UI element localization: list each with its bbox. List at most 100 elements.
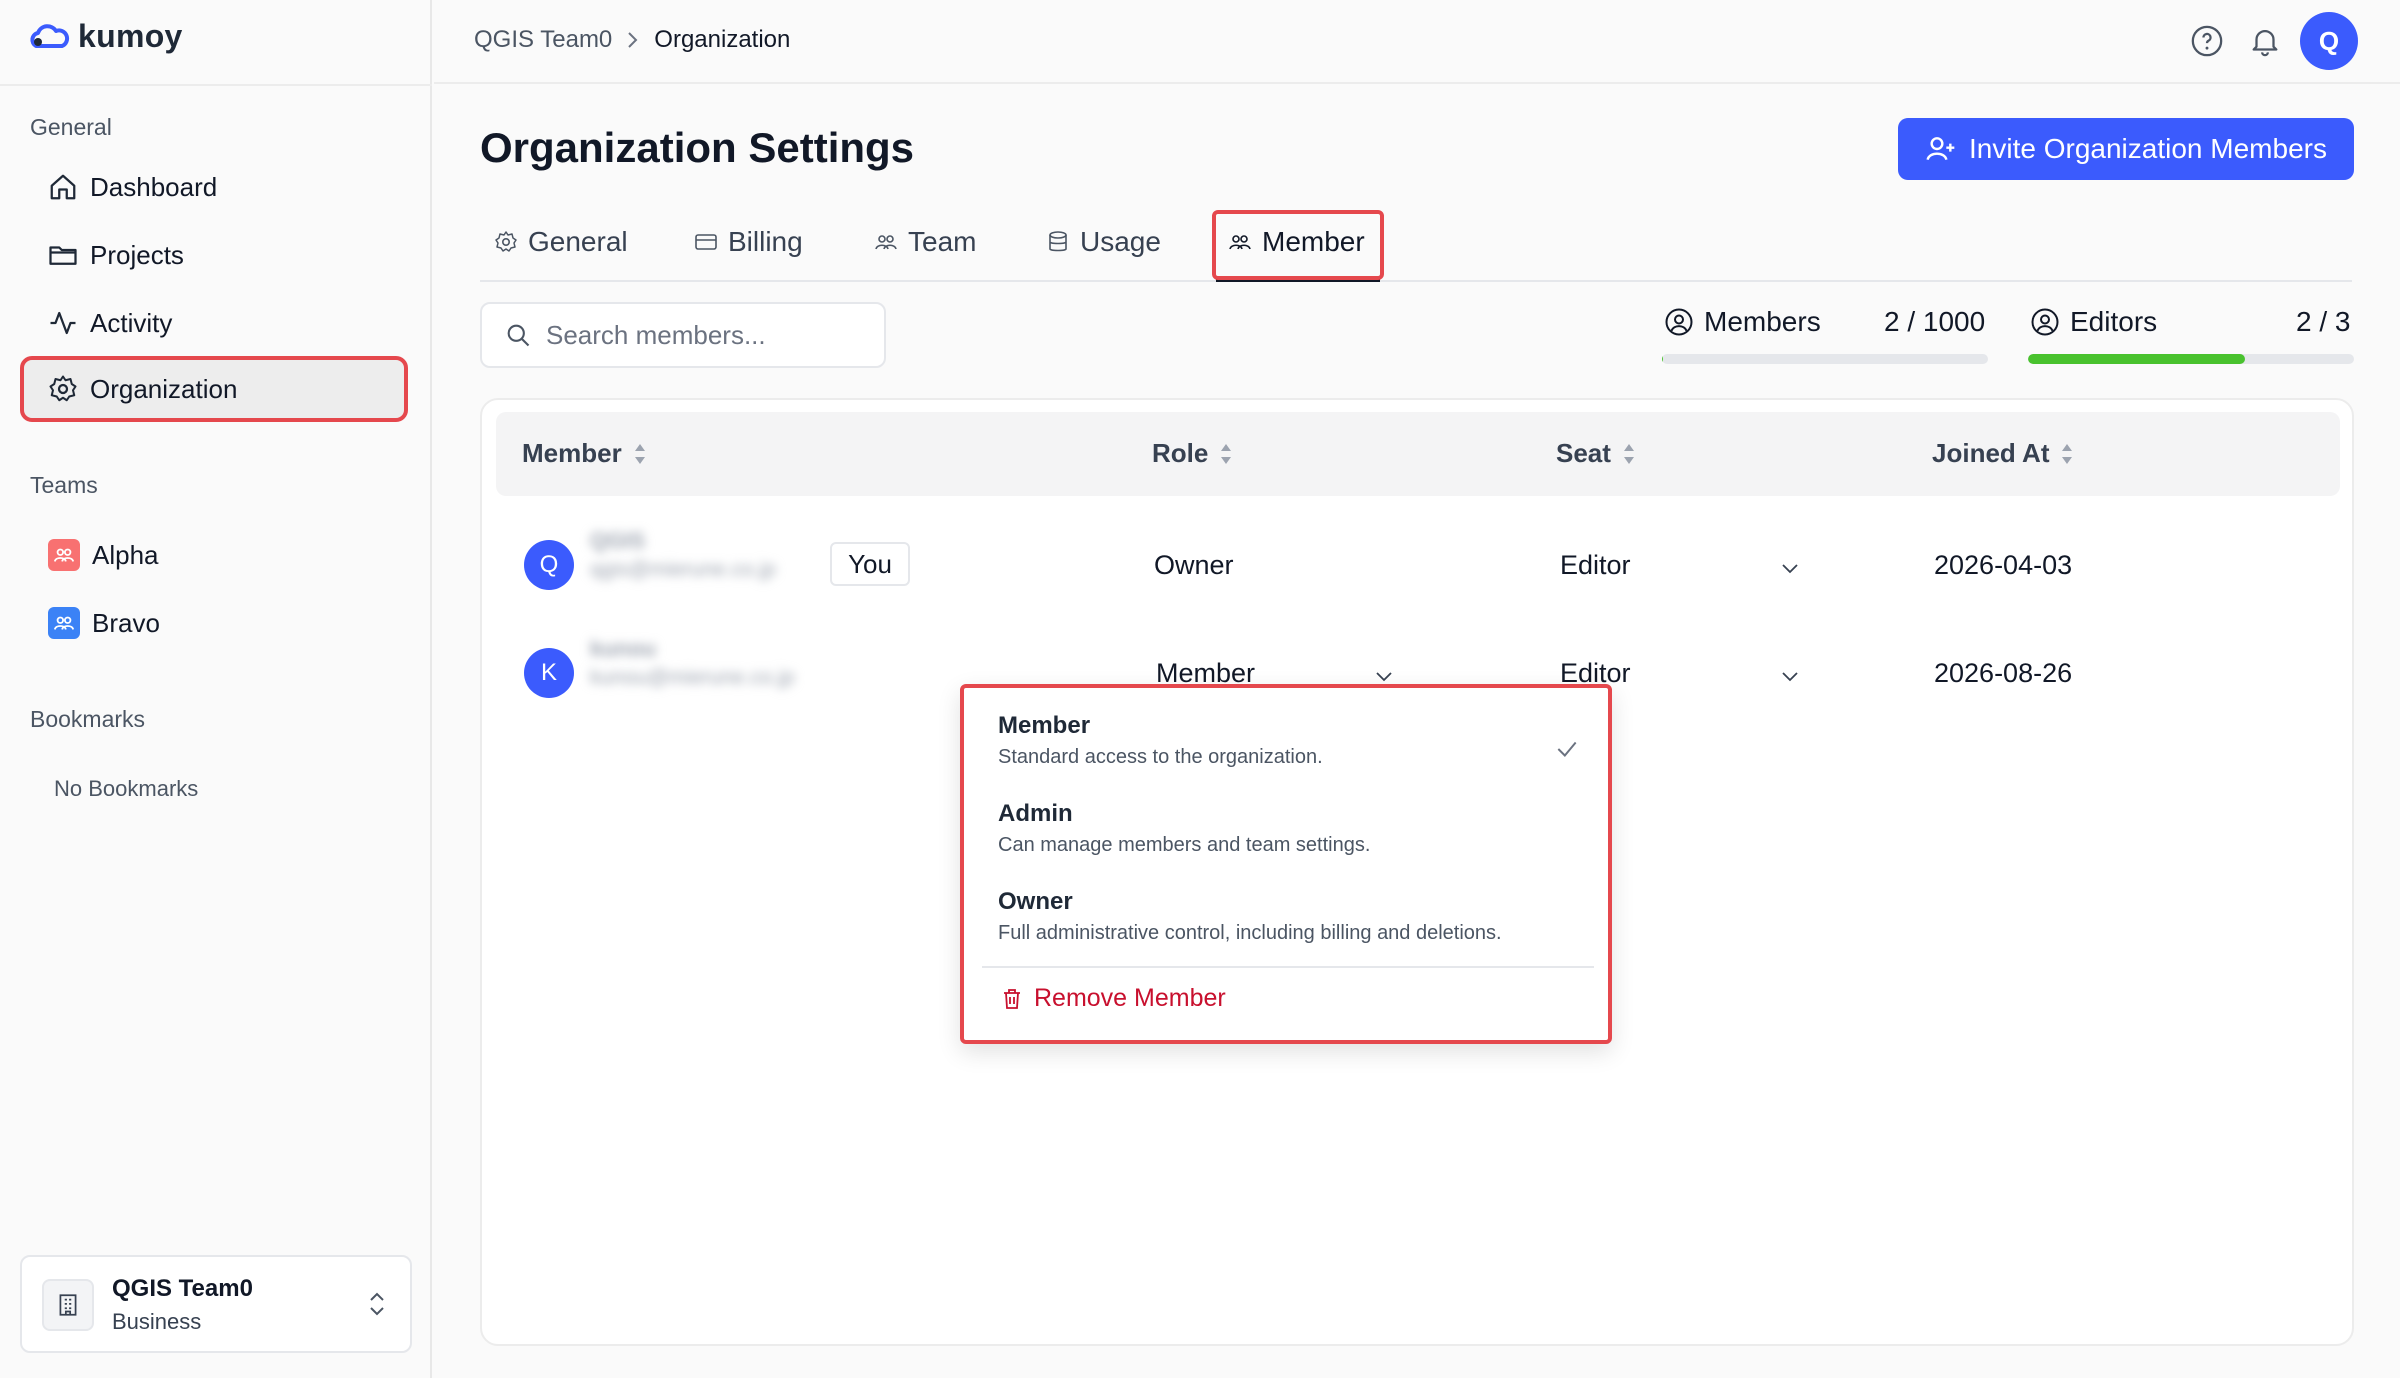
remove-member-button[interactable]: Remove Member — [1000, 984, 1226, 1013]
sidebar-item-label: Alpha — [92, 539, 159, 570]
divider — [982, 966, 1594, 968]
member-name: QGIS — [590, 528, 646, 553]
sidebar-item-label: Organization — [90, 373, 238, 404]
trash-icon — [1004, 988, 1020, 1009]
chevron-down-icon[interactable] — [1778, 664, 1802, 688]
org-switcher[interactable]: QGIS Team0 Business — [20, 1255, 412, 1353]
role-dropdown-menu: Member Standard access to the organizati… — [960, 684, 1612, 1044]
search-icon — [507, 324, 530, 347]
divider — [0, 84, 432, 86]
sidebar-item-team-bravo[interactable]: Bravo — [24, 594, 404, 652]
user-avatar[interactable]: Q — [2300, 12, 2358, 70]
sort-icon — [1221, 443, 1232, 464]
role-value: Owner — [1154, 550, 1234, 580]
tab-label: Billing — [728, 226, 803, 257]
section-teams-label: Teams — [30, 472, 98, 498]
sidebar-item-activity[interactable]: Activity — [24, 294, 404, 352]
remove-member-label: Remove Member — [1034, 984, 1226, 1012]
gear-icon — [495, 231, 517, 252]
top-header: QGIS Team0 Organization Q — [434, 0, 2400, 84]
seat-select[interactable]: Editor — [1560, 550, 1631, 581]
tab-general[interactable]: General — [494, 226, 628, 258]
sort-icon — [634, 443, 645, 464]
building-icon — [42, 1279, 94, 1331]
sidebar-item-label: Dashboard — [90, 171, 218, 202]
breadcrumb-current: Organization — [654, 26, 791, 53]
editors-progress-fill — [2028, 354, 2246, 364]
members-progress — [1662, 354, 1988, 364]
column-seat[interactable]: Seat — [1556, 438, 1637, 469]
you-badge: You — [830, 542, 910, 586]
chevron-down-icon[interactable] — [1778, 556, 1802, 580]
table-row: Q QGIS qgis@mierune.co.jp You Owner Edit… — [482, 508, 2356, 608]
help-icon[interactable] — [2190, 24, 2224, 58]
sidebar-item-organization[interactable]: Organization — [20, 356, 408, 422]
search-input[interactable] — [546, 319, 876, 351]
home-icon — [50, 174, 76, 200]
card-icon — [695, 234, 717, 250]
table-header: Member Role Seat Joined At — [496, 412, 2340, 496]
option-title: Member — [998, 712, 1091, 739]
tab-team[interactable]: Team — [874, 226, 976, 258]
column-joined-at[interactable]: Joined At — [1932, 438, 2075, 469]
invite-members-button[interactable]: Invite Organization Members — [1898, 118, 2354, 180]
kumoy-logo[interactable]: kumoy — [28, 18, 183, 55]
search-members[interactable] — [480, 302, 886, 368]
check-icon — [1557, 741, 1577, 757]
settings-tabs: General Billing Team Usage Member — [480, 208, 2352, 282]
option-description: Standard access to the organization. — [998, 746, 1323, 768]
gear-icon — [49, 375, 77, 402]
app-name: kumoy — [78, 18, 183, 54]
sidebar-item-dashboard[interactable]: Dashboard — [24, 158, 404, 216]
option-title: Owner — [998, 888, 1073, 915]
org-name: QGIS Team0 — [112, 1275, 253, 1302]
sort-icon — [1623, 443, 1634, 464]
avatar: Q — [524, 540, 574, 590]
members-stat: Members — [1664, 306, 1821, 338]
user-plus-icon — [1926, 137, 1955, 161]
activity-icon — [50, 311, 76, 335]
joined-date: 2026-04-03 — [1934, 550, 2073, 580]
section-general-label: General — [30, 114, 112, 140]
no-bookmarks-text: No Bookmarks — [54, 776, 199, 801]
avatar: K — [524, 648, 574, 698]
section-bookmarks-label: Bookmarks — [30, 706, 146, 732]
column-label: Seat — [1556, 438, 1611, 468]
member-email: qgis@mierune.co.jp — [590, 558, 776, 581]
breadcrumb-org[interactable]: QGIS Team0 — [474, 26, 612, 54]
editors-stat: Editors — [2030, 306, 2157, 338]
page-title: Organization Settings — [480, 124, 915, 171]
editors-progress — [2028, 354, 2354, 364]
chevron-up-down-icon — [370, 1292, 384, 1316]
joined-date: 2026-08-26 — [1934, 658, 2073, 688]
sidebar-item-label: Activity — [90, 307, 173, 338]
invite-label: Invite Organization Members — [1969, 133, 2327, 164]
tab-label: Team — [908, 226, 977, 257]
members-label: Members — [1704, 306, 1821, 337]
members-count: 2 / 1000 — [1884, 306, 1986, 337]
editors-count: 2 / 3 — [2296, 306, 2351, 337]
column-label: Joined At — [1932, 438, 2050, 468]
database-icon — [1049, 231, 1067, 252]
sidebar-item-label: Bravo — [92, 607, 160, 638]
sidebar-item-projects[interactable]: Projects — [24, 226, 404, 284]
bell-icon[interactable] — [2248, 24, 2282, 58]
member-email: kunou@mierune.co.jp — [590, 666, 795, 689]
sidebar-item-label: Projects — [90, 239, 184, 270]
option-title: Admin — [998, 800, 1073, 827]
tab-usage[interactable]: Usage — [1046, 226, 1161, 258]
column-role[interactable]: Role — [1152, 438, 1234, 469]
user-circle-icon — [1665, 308, 1693, 336]
sort-icon — [2062, 443, 2073, 464]
column-label: Role — [1152, 438, 1209, 468]
tab-label: General — [528, 226, 628, 257]
member-name: kunou — [590, 636, 656, 661]
option-description: Can manage members and team settings. — [998, 834, 1371, 856]
team-users-icon — [48, 607, 80, 639]
tab-billing[interactable]: Billing — [694, 226, 803, 258]
column-member[interactable]: Member — [522, 438, 648, 469]
sidebar: kumoy General Dashboard Projects Activit… — [0, 0, 432, 1378]
tab-member-highlight — [1212, 210, 1384, 280]
sidebar-item-team-alpha[interactable]: Alpha — [24, 526, 404, 584]
tab-label: Usage — [1080, 226, 1161, 257]
